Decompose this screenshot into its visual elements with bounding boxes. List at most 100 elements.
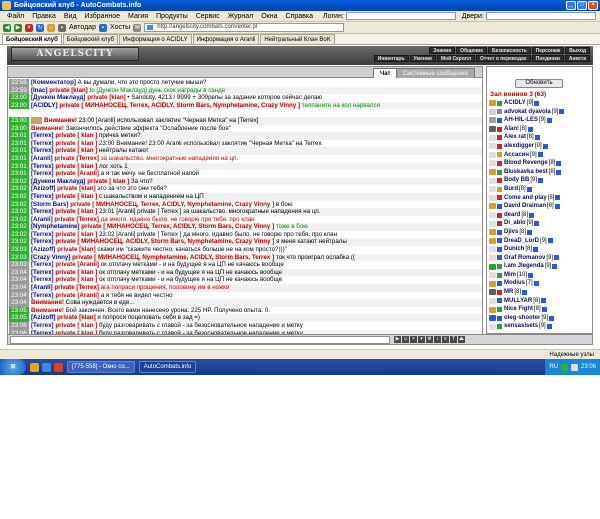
- info-icon[interactable]: [559, 109, 565, 115]
- player-item[interactable]: alexdigger [9]: [487, 142, 592, 151]
- chat-private-target[interactable]: private [ МИНАНОСЕЦ, Nymphetamine, ACIDL…: [70, 254, 274, 261]
- player-name[interactable]: ACIDLY: [504, 99, 526, 108]
- player-name[interactable]: DreaD_LorD: [504, 237, 539, 246]
- player-item[interactable]: Come and play [8]: [487, 194, 592, 203]
- start-button[interactable]: ⊞: [0, 359, 26, 375]
- menu-help[interactable]: Справка: [282, 11, 317, 22]
- player-name[interactable]: I.am Jlegenda: [504, 262, 544, 271]
- info-icon[interactable]: [542, 143, 548, 149]
- info-icon[interactable]: [556, 160, 562, 166]
- update-button[interactable]: Обновить: [515, 79, 563, 88]
- chat-input[interactable]: [10, 335, 390, 344]
- player-name[interactable]: Alex rat: [504, 133, 526, 142]
- player-item[interactable]: Bluskavka best [8]: [487, 168, 592, 177]
- info-icon[interactable]: [546, 324, 552, 330]
- send-icon[interactable]: ▶: [394, 336, 401, 343]
- chat-nick[interactable]: [Terrex]: [31, 238, 54, 245]
- nav-battles[interactable]: Поединки: [531, 55, 564, 62]
- player-name[interactable]: Come and play: [504, 194, 547, 203]
- player-name[interactable]: MULLYAR: [504, 297, 532, 306]
- tab-info-acidly[interactable]: Информация о ACIDLY: [118, 34, 192, 44]
- menu-products[interactable]: Продукты: [152, 11, 192, 22]
- chat-private-target[interactable]: private [Terrex]: [53, 284, 99, 291]
- info-icon[interactable]: [540, 298, 546, 304]
- menu-windows[interactable]: Окна: [257, 11, 281, 22]
- player-item[interactable]: Blood Revenge [8]: [487, 159, 592, 168]
- chat-private-target[interactable]: private [ klan ]: [54, 147, 97, 154]
- menu-view[interactable]: Вид: [60, 11, 81, 22]
- nav-profile[interactable]: Анкета: [564, 55, 590, 62]
- chat-private-target[interactable]: Внимание!: [31, 307, 64, 314]
- home-icon[interactable]: ⌂: [47, 23, 55, 32]
- chat-private-target[interactable]: private [ klan ]: [54, 163, 97, 170]
- mail-icon[interactable]: ✉: [133, 23, 142, 32]
- doors-field[interactable]: [485, 12, 596, 20]
- player-item[interactable]: sensasisets [9]: [487, 322, 592, 331]
- hosts-button[interactable]: Хосты: [110, 24, 130, 31]
- player-name[interactable]: Modius: [504, 279, 525, 288]
- chat-nick[interactable]: [Terrex]: [31, 261, 54, 268]
- chat-private-target[interactable]: private [klan]: [55, 185, 96, 192]
- player-name[interactable]: Blood Revenge: [504, 159, 548, 168]
- menu-magic[interactable]: Магия: [124, 11, 152, 22]
- menu-journal[interactable]: Журнал: [224, 11, 258, 22]
- chat-nick[interactable]: [Terrex]: [31, 193, 54, 200]
- player-name[interactable]: sensasisets: [504, 322, 538, 331]
- chat-nick[interactable]: [Aranli]: [31, 216, 53, 223]
- chat-private-target[interactable]: private [klan]: [85, 94, 126, 101]
- chat-nick[interactable]: [Terrex]: [31, 163, 54, 170]
- chat-private-target[interactable]: private [ МИНАНОСЕЦ, ACIDLY, Storm Bars,…: [54, 238, 274, 245]
- info-icon[interactable]: [537, 152, 543, 158]
- chat-nick[interactable]: [Aranli]: [31, 155, 53, 162]
- nav-exit[interactable]: Выход: [565, 47, 590, 54]
- info-icon[interactable]: [556, 169, 562, 175]
- player-item[interactable]: MR [8]: [487, 288, 592, 297]
- player-item[interactable]: Ассасин [9]: [487, 151, 592, 160]
- player-name[interactable]: Nice Fight: [504, 305, 533, 314]
- player-name[interactable]: Di_ablo: [504, 219, 526, 228]
- tab-fight-club[interactable]: Бойцовский клуб: [62, 34, 118, 44]
- info-icon[interactable]: [529, 212, 535, 218]
- exit-chat-icon[interactable]: ⏏: [458, 336, 465, 343]
- chat-nick[interactable]: [Terrex]: [31, 269, 54, 276]
- info-icon[interactable]: [554, 255, 560, 261]
- scroll-icon[interactable]: ≡: [442, 336, 449, 343]
- media-icon[interactable]: [54, 362, 63, 372]
- nav-my-scroll[interactable]: Мой Скролл: [436, 55, 476, 62]
- chat-nick[interactable]: [Дункон Маклауд]: [31, 94, 85, 101]
- chat-nick[interactable]: [Terrex]: [31, 231, 54, 238]
- player-name[interactable]: oleg-shooter: [504, 314, 540, 323]
- chat-private-target[interactable]: private [ klan ]: [54, 231, 97, 238]
- player-name[interactable]: Alan!: [504, 125, 519, 134]
- chat-private-target[interactable]: private [ МИНАНОСЕЦ, Terrex, ACIDLY, Sto…: [79, 223, 274, 230]
- chat-nick[interactable]: [Azizoff]: [31, 185, 55, 192]
- info-icon[interactable]: [547, 238, 553, 244]
- tab-system-messages[interactable]: Системные сообщения: [396, 68, 475, 78]
- nav-security[interactable]: Безопасность: [488, 47, 531, 54]
- chat-nick[interactable]: [Terrex]: [31, 132, 54, 139]
- player-name[interactable]: deard: [504, 211, 520, 220]
- chat-nick[interactable]: [Terrex]: [31, 292, 54, 299]
- smile-icon[interactable]: ☺: [402, 336, 409, 343]
- task-window-2[interactable]: AutoCombats.info: [138, 361, 197, 373]
- volume-icon[interactable]: [570, 363, 578, 371]
- chat-private-target[interactable]: Внимание!: [31, 125, 64, 132]
- player-item[interactable]: Mim [10]: [487, 271, 592, 280]
- stop-icon[interactable]: ×: [25, 23, 33, 32]
- window-title-bar[interactable]: Бойцовский клуб - AutoCombats.info _ □ ×: [0, 0, 600, 11]
- chat-private-target[interactable]: private [Terrex]: [53, 155, 99, 162]
- player-item[interactable]: Djivs [8]: [487, 228, 592, 237]
- chat-nick[interactable]: [Дункон Маклауд]: [31, 178, 85, 185]
- info-icon[interactable]: [526, 186, 532, 192]
- player-item[interactable]: Alex rat [8]: [487, 133, 592, 142]
- player-item[interactable]: Alan! [8]: [487, 125, 592, 134]
- chat-private-target[interactable]: private [klan]: [55, 314, 96, 321]
- minimize-button[interactable]: _: [566, 1, 576, 10]
- player-item[interactable]: Body BB [9]: [487, 176, 592, 185]
- chat-private-target[interactable]: Внимание!: [44, 117, 77, 124]
- chat-nick[interactable]: [ACIDLY]: [31, 102, 58, 109]
- player-name[interactable]: AH-HIL-LES: [504, 116, 538, 125]
- info-icon[interactable]: [541, 307, 547, 313]
- player-name[interactable]: Bluskavka best: [504, 168, 548, 177]
- refresh-icon[interactable]: ↻: [36, 23, 44, 32]
